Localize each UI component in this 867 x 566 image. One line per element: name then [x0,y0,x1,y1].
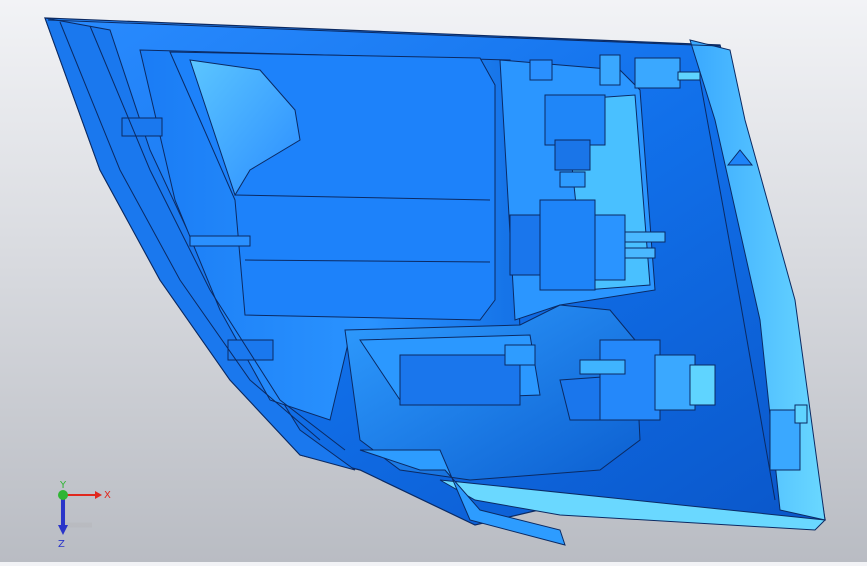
connector-block-2 [554,139,591,171]
connector-block-3 [559,171,586,188]
lower-connector-top [504,344,536,366]
lower-socket-cap [689,364,716,406]
mounting-tab-1 [121,117,163,137]
triad-axes: X Y Z [58,480,111,550]
cad-model-view[interactable] [0,0,867,562]
x-axis-head [95,491,102,499]
lower-connector-box [399,354,521,406]
bulb-socket-flange [594,214,626,281]
connector-block-1 [544,94,606,146]
lower-socket-flange [654,354,696,411]
graphics-viewport[interactable]: X Y Z [0,0,867,562]
bulb-socket-pin-2 [624,247,656,259]
side-bracket-tab [794,404,808,424]
bulb-socket-pin [624,231,666,243]
lower-socket-body [599,339,661,421]
connector-tab-top-3 [634,57,681,89]
lower-cylinder [579,359,626,375]
mounting-tab-3 [227,339,274,361]
mounting-tab-2 [189,235,251,247]
x-axis-label: X [104,490,111,501]
connector-tab-top-2 [599,54,621,86]
coordinate-triad: X Y Z [40,480,120,550]
connector-tab-top [529,59,553,81]
z-axis-label: Z [58,539,65,550]
y-axis-dot [58,490,68,500]
bulb-socket-body [539,199,596,291]
y-axis-label: Y [59,480,67,491]
z-axis-head [58,525,68,535]
connector-pin [677,71,701,81]
